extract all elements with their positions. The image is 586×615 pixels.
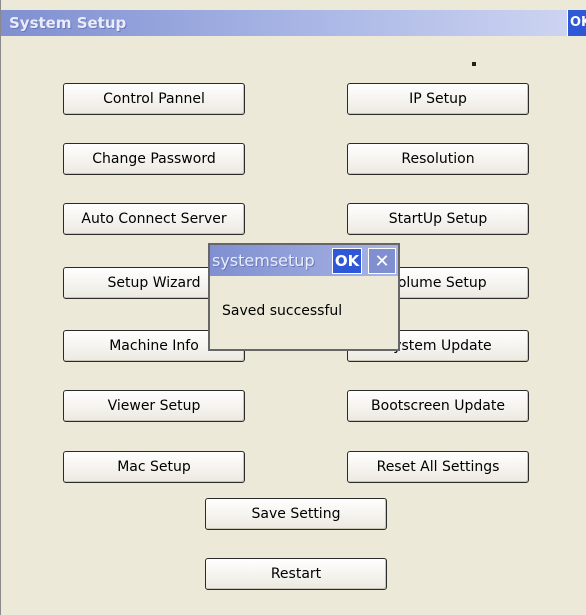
save-setting-button[interactable]: Save Setting xyxy=(205,498,387,530)
change-password-button[interactable]: Change Password xyxy=(63,143,245,175)
reset-all-settings-button[interactable]: Reset All Settings xyxy=(347,451,529,483)
title-bar: System Setup xyxy=(1,10,586,36)
dialog-title-bar: systemsetup OK ✕ xyxy=(210,245,398,276)
window-ok-button[interactable]: OK xyxy=(567,10,586,36)
restart-button[interactable]: Restart xyxy=(205,558,387,590)
dialog-message: Saved successful xyxy=(222,303,343,319)
auto-connect-server-button[interactable]: Auto Connect Server xyxy=(63,203,245,235)
control-pannel-button[interactable]: Control Pannel xyxy=(63,83,245,115)
viewer-setup-button[interactable]: Viewer Setup xyxy=(63,390,245,422)
startup-setup-button[interactable]: StartUp Setup xyxy=(347,203,529,235)
dialog-ok-button[interactable]: OK xyxy=(332,248,362,274)
close-icon[interactable]: ✕ xyxy=(368,248,396,274)
bootscreen-update-button[interactable]: Bootscreen Update xyxy=(347,390,529,422)
system-setup-window: System Setup OK Control Pannel Change Pa… xyxy=(0,0,586,615)
dialog-title: systemsetup xyxy=(212,251,315,270)
mac-setup-button[interactable]: Mac Setup xyxy=(63,451,245,483)
saved-dialog: systemsetup OK ✕ Saved successful xyxy=(208,243,400,351)
resolution-button[interactable]: Resolution xyxy=(347,143,529,175)
window-title: System Setup xyxy=(9,14,127,32)
ip-setup-button[interactable]: IP Setup xyxy=(347,83,529,115)
indicator-dot xyxy=(472,62,476,66)
